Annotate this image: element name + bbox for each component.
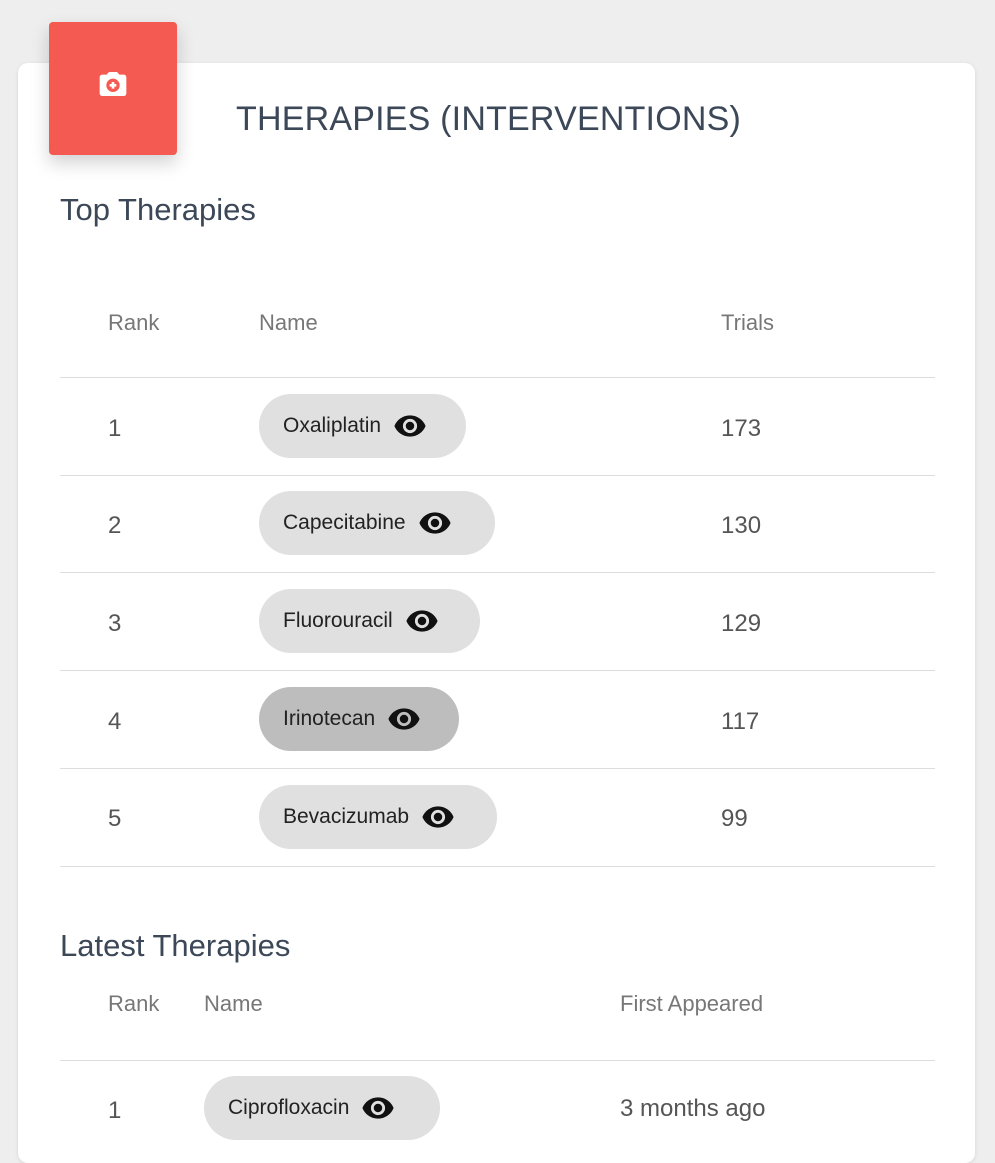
top-col-name: Name	[259, 310, 318, 335]
top-rank-4: 4	[108, 708, 122, 735]
divider	[60, 768, 935, 769]
eye-icon	[406, 610, 438, 632]
latest-col-rank: Rank	[108, 991, 160, 1016]
chip-label: Oxaliplatin	[283, 414, 382, 437]
eye-icon	[394, 415, 426, 437]
top-col-trials: Trials	[721, 310, 774, 335]
camera-plus-icon	[99, 71, 127, 96]
latest-therapies-title: Latest Therapies	[60, 928, 291, 963]
top-rank-3: 3	[108, 610, 122, 637]
latest-rank-1: 1	[108, 1097, 122, 1124]
top-col-rank: Rank	[108, 310, 160, 335]
top-trials-2: 130	[721, 512, 762, 539]
top-trials-5: 99	[721, 805, 748, 832]
divider	[60, 866, 935, 867]
card-title: THERAPIES (INTERVENTIONS)	[236, 100, 741, 138]
therapy-chip-ciprofloxacin[interactable]: Ciprofloxacin	[204, 1076, 440, 1140]
therapies-card	[18, 63, 975, 1163]
top-trials-3: 129	[721, 610, 762, 637]
latest-col-first-appeared: First Appeared	[620, 991, 764, 1016]
chip-label: Bevacizumab	[283, 805, 410, 828]
chip-label: Capecitabine	[283, 511, 406, 534]
top-rank-5: 5	[108, 805, 122, 832]
latest-col-name: Name	[204, 991, 263, 1016]
therapy-chip-bevacizumab[interactable]: Bevacizumab	[259, 785, 497, 849]
top-therapies-title: Top Therapies	[60, 192, 256, 227]
eye-icon	[362, 1097, 394, 1119]
card-header-badge	[49, 22, 177, 155]
divider	[60, 1060, 935, 1061]
eye-icon	[419, 512, 451, 534]
eye-icon	[388, 708, 420, 730]
divider	[60, 377, 935, 378]
divider	[60, 475, 935, 476]
top-rank-1: 1	[108, 415, 122, 442]
therapy-chip-fluorouracil[interactable]: Fluorouracil	[259, 589, 480, 653]
top-trials-1: 173	[721, 415, 762, 442]
latest-first-appeared-1: 3 months ago	[620, 1095, 766, 1122]
therapy-chip-oxaliplatin[interactable]: Oxaliplatin	[259, 394, 466, 458]
therapy-chip-capecitabine[interactable]: Capecitabine	[259, 491, 495, 555]
divider	[60, 670, 935, 671]
chip-label: Ciprofloxacin	[228, 1096, 350, 1119]
top-trials-4: 117	[721, 708, 760, 735]
divider	[60, 572, 935, 573]
therapy-chip-irinotecan[interactable]: Irinotecan	[259, 687, 459, 751]
eye-icon	[422, 806, 454, 828]
chip-label: Fluorouracil	[283, 609, 393, 632]
chip-label: Irinotecan	[283, 707, 376, 730]
top-rank-2: 2	[108, 512, 122, 539]
